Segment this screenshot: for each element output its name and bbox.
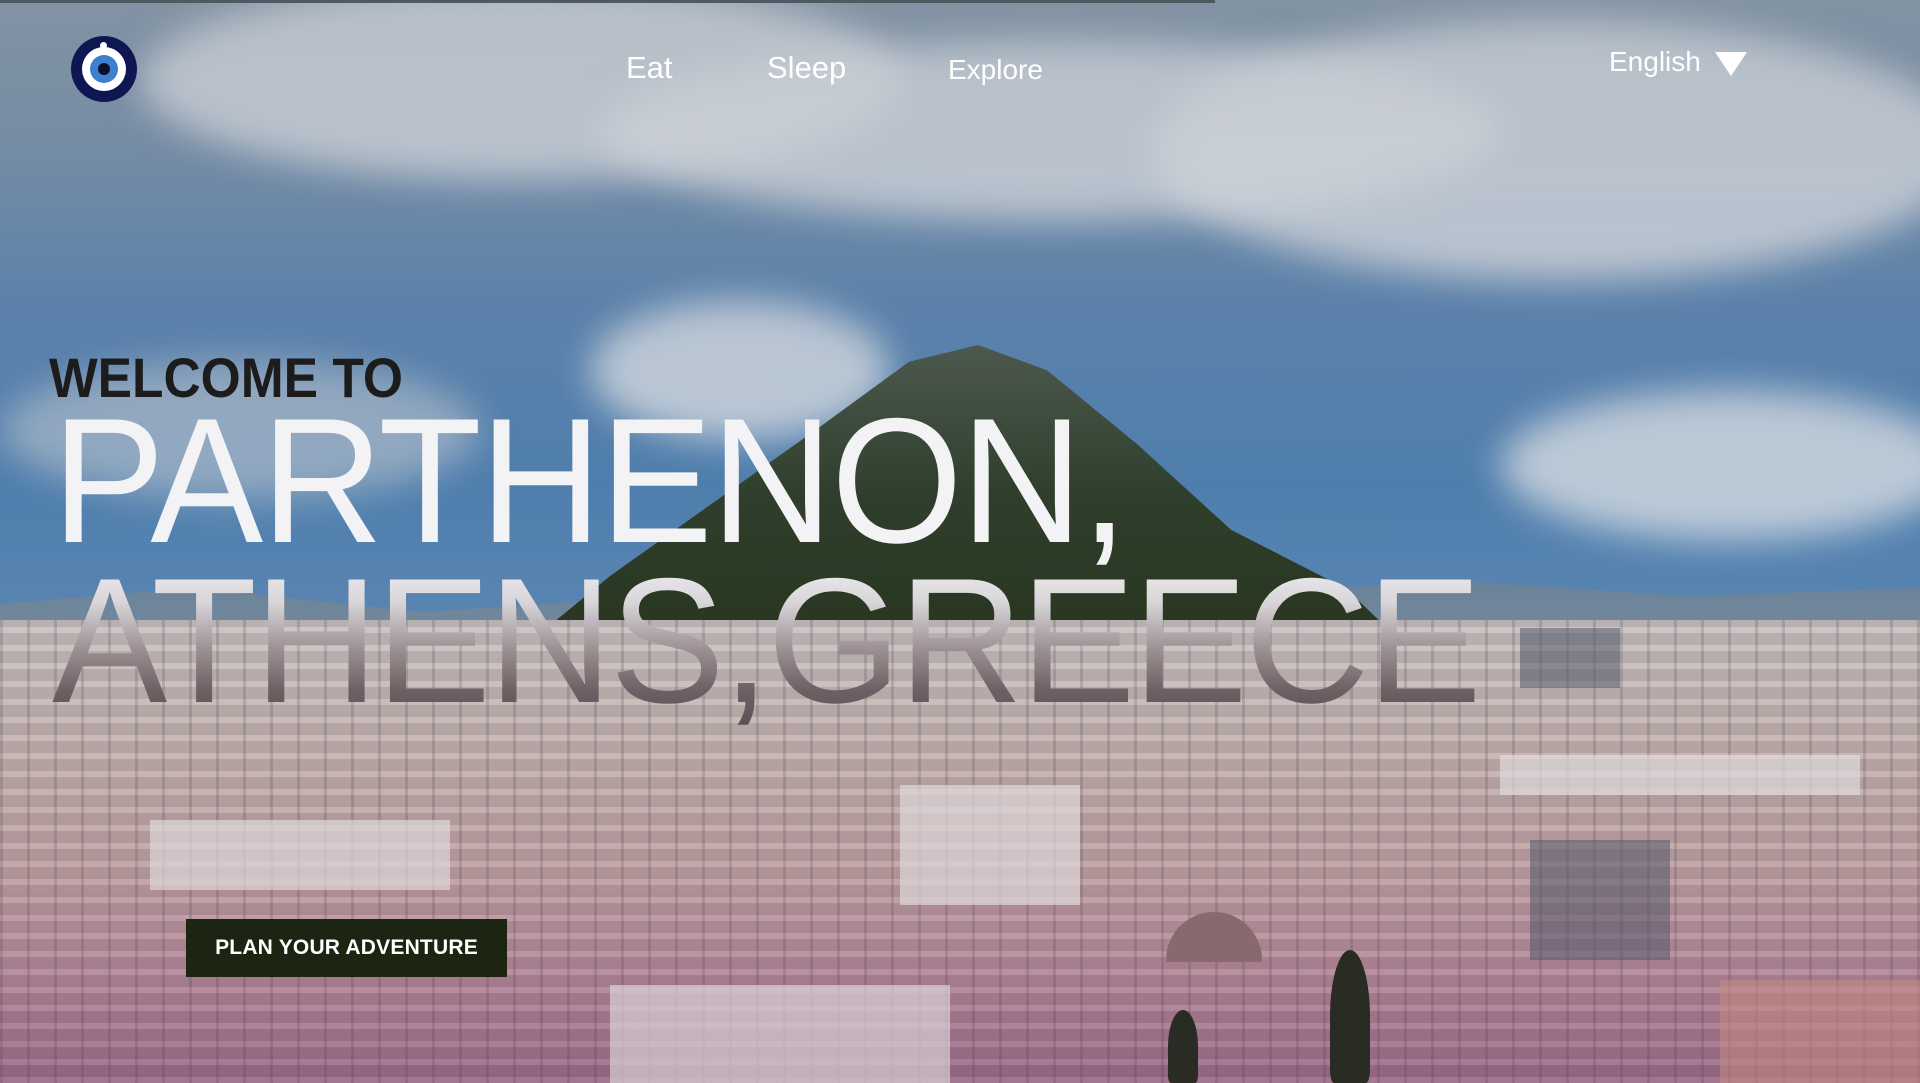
triangle-down-icon bbox=[1714, 52, 1747, 76]
nav-eat-link[interactable]: Eat bbox=[626, 50, 673, 86]
nav-explore-link[interactable]: Explore bbox=[948, 54, 1043, 86]
language-selector[interactable]: English bbox=[1609, 46, 1747, 78]
language-label: English bbox=[1609, 46, 1701, 77]
logo-evil-eye-icon[interactable] bbox=[71, 36, 137, 102]
plan-adventure-button[interactable]: PLAN YOUR ADVENTURE bbox=[186, 919, 507, 977]
nav-sleep-link[interactable]: Sleep bbox=[767, 50, 846, 86]
hero-title-line2: ATHENS,GREECE bbox=[52, 541, 1482, 740]
